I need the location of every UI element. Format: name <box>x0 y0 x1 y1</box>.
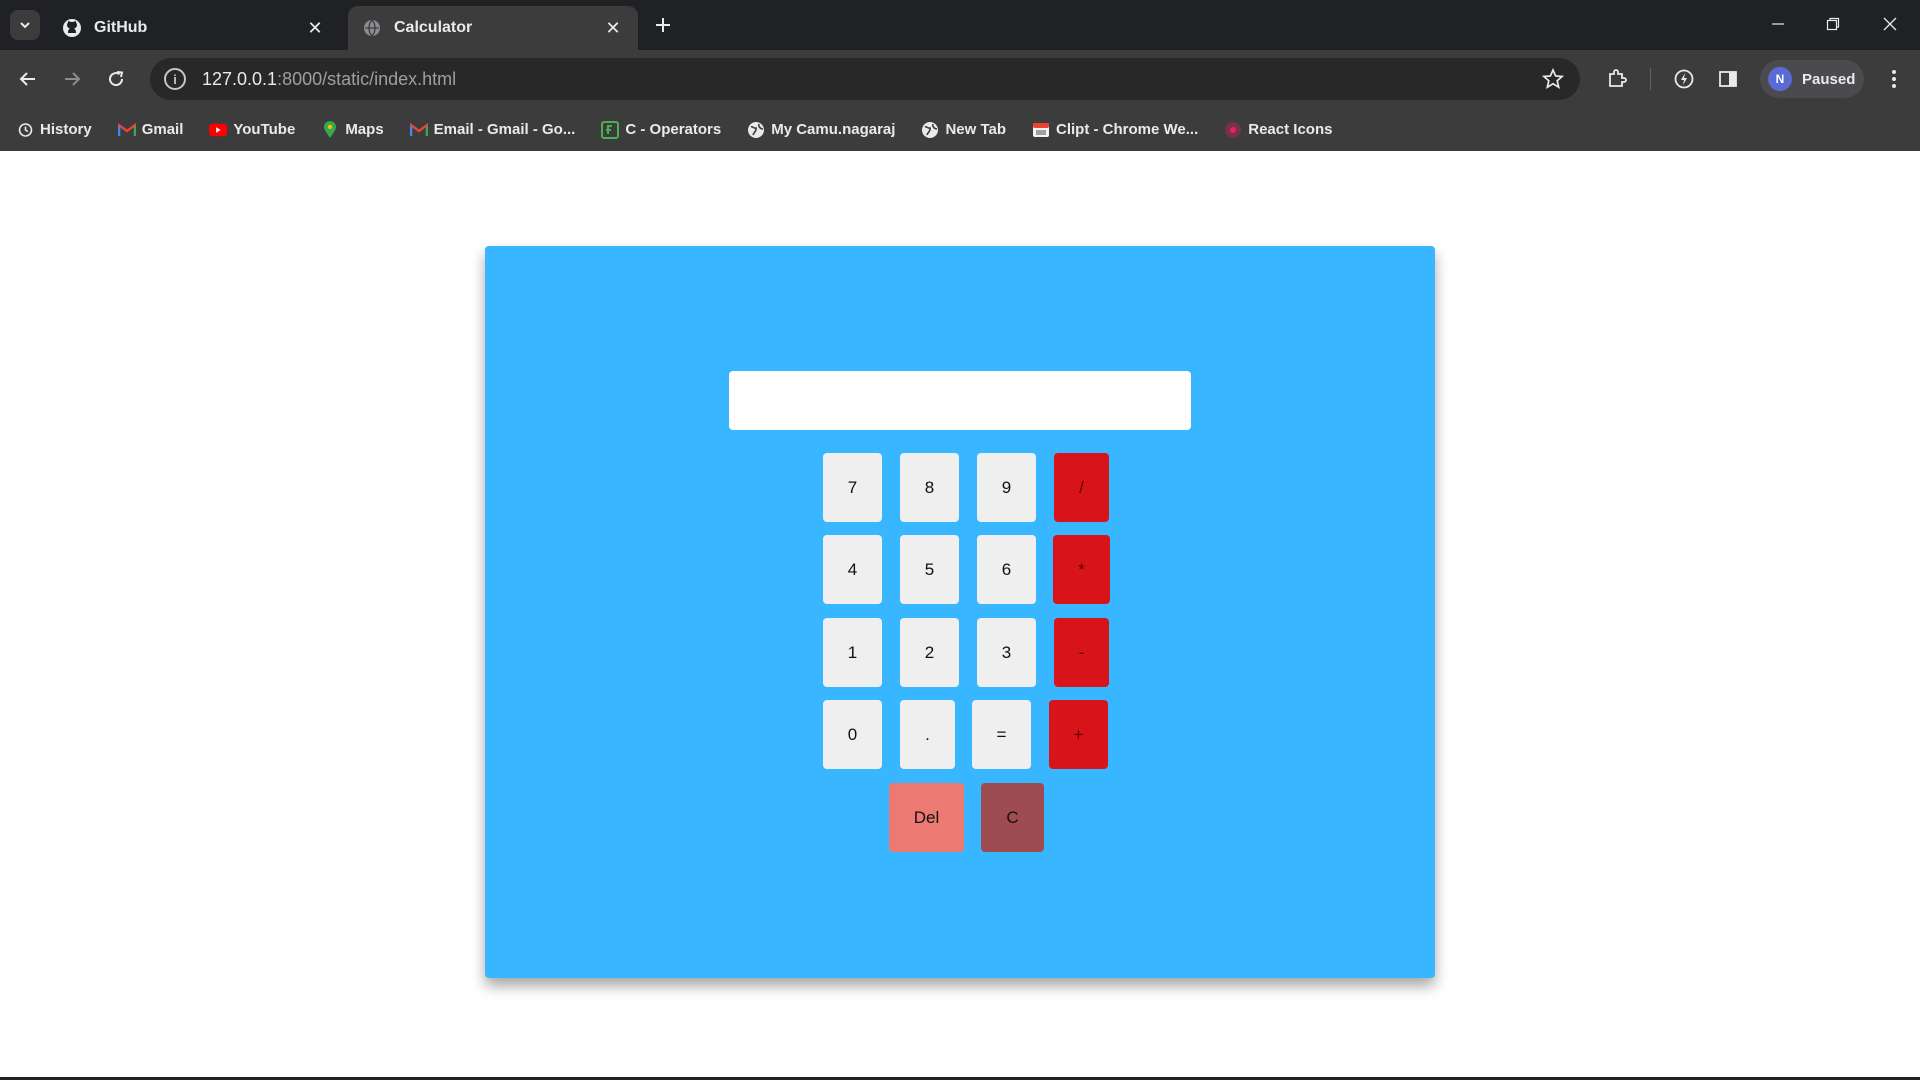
reload-button[interactable] <box>100 63 132 95</box>
tab-strip: GitHub ✕ Calculator ✕ <box>0 0 1920 50</box>
bookmark-label: Email - Gmail - Go... <box>433 121 576 138</box>
bookmark-youtube[interactable]: YouTube <box>209 121 295 139</box>
site-icon <box>601 120 620 139</box>
key-add[interactable]: + <box>1049 700 1108 769</box>
bookmark-label: History <box>40 121 92 138</box>
globe-icon <box>362 18 382 38</box>
bookmark-label: Gmail <box>141 121 184 138</box>
profile-status: Paused <box>1802 70 1856 88</box>
github-icon <box>62 18 82 38</box>
url-path: :8000/static/index.html <box>277 68 457 89</box>
performance-button[interactable] <box>1670 65 1698 93</box>
bookmark-label: Clipt - Chrome We... <box>1056 121 1199 138</box>
key-4[interactable]: 4 <box>823 535 882 604</box>
tab-title: Calculator <box>394 19 473 36</box>
kebab-menu-icon <box>1892 70 1896 88</box>
bookmark-maps[interactable]: Maps <box>321 120 384 139</box>
close-icon <box>1883 17 1897 31</box>
side-panel-icon <box>1719 71 1737 87</box>
globe-icon <box>747 121 765 139</box>
reload-icon <box>109 71 124 87</box>
menu-button[interactable] <box>1880 65 1908 93</box>
react-icon <box>1224 121 1242 139</box>
star-icon[interactable] <box>1541 67 1565 90</box>
key-subtract[interactable]: - <box>1054 618 1109 687</box>
tab-title: GitHub <box>94 19 148 36</box>
bookmark-my-camu[interactable]: My Camu.nagaraj <box>747 121 895 139</box>
chevron-down-icon <box>20 22 30 29</box>
bookmark-clipt[interactable]: Clipt - Chrome We... <box>1032 121 1198 139</box>
bookmark-label: React Icons <box>1248 121 1333 138</box>
page-viewport: 7 8 9 / 4 5 6 * 1 2 3 - 0 . = + Del C <box>0 151 1920 1080</box>
key-3[interactable]: 3 <box>977 618 1036 687</box>
close-icon[interactable]: ✕ <box>304 17 326 39</box>
minimize-icon <box>1772 23 1784 25</box>
key-1[interactable]: 1 <box>823 618 882 687</box>
minimize-button[interactable] <box>1758 8 1798 40</box>
speedometer-icon <box>1674 69 1694 89</box>
new-tab-button[interactable] <box>650 12 676 38</box>
side-panel-button[interactable] <box>1714 65 1742 93</box>
puzzle-icon <box>1609 69 1627 87</box>
toolbar-divider <box>1650 68 1651 90</box>
bookmark-label: Maps <box>345 121 384 138</box>
bookmark-gmail[interactable]: Gmail <box>117 121 184 139</box>
info-icon[interactable]: i <box>164 68 186 90</box>
maps-icon <box>321 120 339 139</box>
tab-search-button[interactable] <box>10 10 40 40</box>
restore-icon <box>1826 17 1840 31</box>
key-7[interactable]: 7 <box>823 453 882 522</box>
key-0[interactable]: 0 <box>823 700 882 769</box>
profile-button[interactable]: N Paused <box>1760 60 1864 98</box>
bookmarks-bar: History Gmail YouTube Maps Email - Gmail… <box>0 108 1920 151</box>
bookmark-email-gmail[interactable]: Email - Gmail - Go... <box>409 121 576 139</box>
gmail-icon <box>409 121 428 139</box>
bookmark-history[interactable]: History <box>16 121 92 139</box>
tab-github[interactable]: GitHub ✕ <box>48 6 340 50</box>
delete-button[interactable]: Del <box>889 783 964 852</box>
extensions-button[interactable] <box>1603 65 1631 93</box>
youtube-icon <box>209 121 228 139</box>
calculator-display[interactable] <box>729 371 1191 430</box>
bookmark-new-tab[interactable]: New Tab <box>921 121 1006 139</box>
avatar: N <box>1768 67 1792 91</box>
browser-toolbar: i 127.0.0.1:8000/static/index.html N Pau… <box>0 50 1920 108</box>
key-equals[interactable]: = <box>972 700 1031 769</box>
history-icon <box>16 121 34 139</box>
bookmark-label: C - Operators <box>625 121 722 138</box>
bookmark-label: My Camu.nagaraj <box>771 121 896 138</box>
key-5[interactable]: 5 <box>900 535 959 604</box>
bookmark-label: New Tab <box>945 121 1007 138</box>
key-2[interactable]: 2 <box>900 618 959 687</box>
key-8[interactable]: 8 <box>900 453 959 522</box>
key-divide[interactable]: / <box>1054 453 1109 522</box>
calculator: 7 8 9 / 4 5 6 * 1 2 3 - 0 . = + Del C <box>485 246 1435 978</box>
clear-button[interactable]: C <box>981 783 1044 852</box>
back-button[interactable] <box>12 63 44 95</box>
bookmark-react-icons[interactable]: React Icons <box>1224 121 1332 139</box>
key-multiply[interactable]: * <box>1053 535 1110 604</box>
plus-icon <box>656 18 670 32</box>
bookmark-c-operators[interactable]: C - Operators <box>601 120 722 139</box>
tab-calculator[interactable]: Calculator ✕ <box>348 6 638 50</box>
arrow-right-icon <box>65 72 81 86</box>
close-window-button[interactable] <box>1870 8 1910 40</box>
bookmark-label: YouTube <box>233 121 296 138</box>
clipt-icon <box>1032 121 1050 139</box>
gmail-icon <box>117 121 136 139</box>
address-bar[interactable]: i 127.0.0.1:8000/static/index.html <box>150 58 1580 100</box>
forward-button[interactable] <box>56 63 88 95</box>
close-icon[interactable]: ✕ <box>602 17 624 39</box>
restore-button[interactable] <box>1813 8 1853 40</box>
globe-icon <box>921 121 939 139</box>
arrow-left-icon <box>19 72 35 86</box>
key-9[interactable]: 9 <box>977 453 1036 522</box>
url-host: 127.0.0.1 <box>202 68 278 89</box>
key-6[interactable]: 6 <box>977 535 1036 604</box>
key-decimal[interactable]: . <box>900 700 955 769</box>
